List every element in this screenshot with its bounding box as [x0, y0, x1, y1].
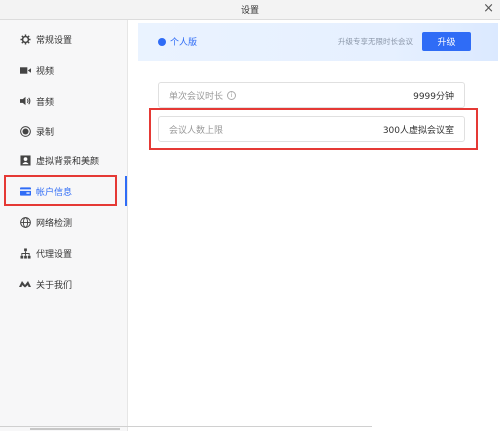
- window-title: 设置: [240, 6, 259, 16]
- sidebar-item-label: 视频: [36, 66, 55, 77]
- globe-icon: [19, 216, 31, 228]
- portrait-icon: [19, 154, 31, 166]
- speaker-icon: [19, 95, 31, 107]
- main-panel: 个人版 升级专享无限时长会议 升级 单次会议时长 i 9999分钟 会议人数上限…: [128, 20, 500, 431]
- logo-icon: [19, 278, 31, 290]
- close-icon[interactable]: ×: [483, 1, 494, 17]
- sidebar-item-label: 网络检测: [36, 218, 73, 229]
- sidebar-item-label: 代理设置: [36, 249, 73, 260]
- upgrade-button[interactable]: 升级: [422, 32, 471, 51]
- meeting-duration-field: 单次会议时长 i 9999分钟: [158, 82, 465, 108]
- sidebar-item-label: 虚拟背景和美颜: [36, 156, 100, 167]
- duration-value: 9999分钟: [413, 92, 454, 102]
- active-indicator: [125, 176, 127, 206]
- sidebar-item-video[interactable]: 视频: [19, 60, 54, 80]
- sidebar-item-network[interactable]: 网络检测: [19, 212, 72, 232]
- user-icon: [158, 37, 166, 46]
- plan-badge: 个人版: [158, 35, 197, 48]
- sidebar-item-label: 音频: [36, 97, 55, 108]
- plan-name: 个人版: [170, 38, 198, 48]
- sidebar-item-proxy[interactable]: 代理设置: [19, 243, 72, 263]
- sidebar-item-general[interactable]: 常规设置: [19, 29, 72, 49]
- info-icon[interactable]: i: [227, 91, 237, 100]
- video-camera-icon: [19, 64, 31, 76]
- duration-label: 单次会议时长: [169, 92, 224, 102]
- title-bar: 设置 ×: [0, 0, 500, 20]
- divider: [30, 428, 120, 430]
- plan-banner: 个人版 升级专享无限时长会议 升级: [138, 23, 498, 61]
- sidebar-item-label: 关于我们: [36, 280, 73, 291]
- sidebar-item-record[interactable]: 录制: [19, 121, 54, 141]
- record-icon: [19, 125, 31, 137]
- highlight-box-field: [149, 108, 478, 150]
- sidebar-item-audio[interactable]: 音频: [19, 91, 54, 111]
- sidebar-item-label: 录制: [36, 127, 55, 138]
- sidebar-item-virtual-background[interactable]: 虚拟背景和美颜: [19, 150, 99, 170]
- sidebar: 常规设置 视频 音频 录制 虚拟背景和美颜 帐户信息 网络检测 代理设置 关于我…: [0, 20, 128, 431]
- highlight-box-nav: [4, 175, 117, 206]
- sidebar-item-label: 常规设置: [36, 35, 73, 46]
- gear-icon: [19, 33, 31, 45]
- sidebar-item-about[interactable]: 关于我们: [19, 274, 72, 294]
- divider: [0, 426, 372, 427]
- network-tree-icon: [19, 247, 31, 259]
- promo-text: 升级专享无限时长会议: [338, 37, 413, 46]
